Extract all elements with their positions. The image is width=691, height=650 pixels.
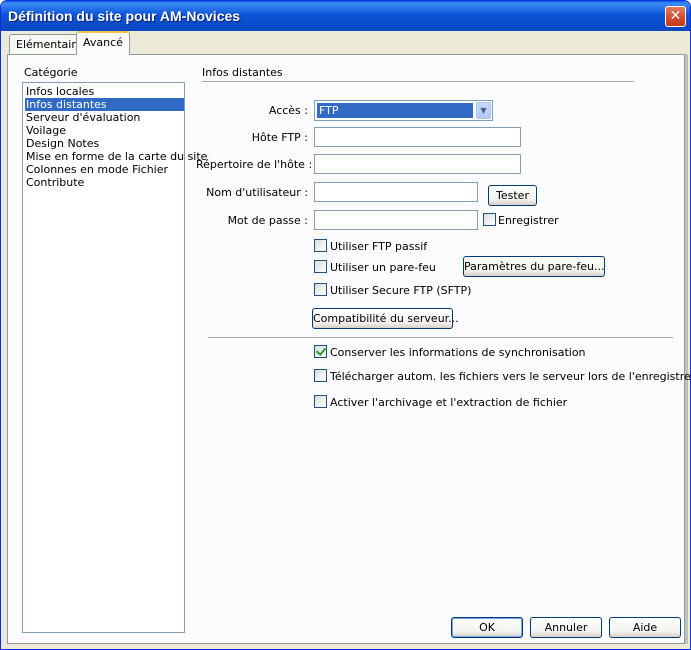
options-divider	[208, 337, 673, 339]
sync-label: Conserver les informations de synchronis…	[330, 346, 586, 359]
dialog-window: Définition du site pour AM-Novices ✕ Elé…	[0, 0, 691, 650]
category-item-carte-du-site[interactable]: Mise en forme de la carte du site	[25, 150, 207, 163]
directory-label: Répertoire de l'hôte :	[196, 158, 313, 171]
checkin-checkbox[interactable]	[314, 395, 327, 408]
tab-avance[interactable]: Avancé	[76, 31, 130, 55]
save-password-label: Enregistrer	[498, 214, 559, 227]
category-item-infos-locales[interactable]: Infos locales	[25, 85, 184, 98]
category-heading: Catégorie	[24, 66, 78, 79]
category-item-serveur-evaluation[interactable]: Serveur d'évaluation	[25, 111, 184, 124]
ok-button[interactable]: OK	[451, 617, 523, 638]
sftp-checkbox[interactable]	[314, 283, 327, 296]
sftp-label: Utiliser Secure FTP (SFTP)	[330, 284, 472, 297]
access-label: Accès :	[268, 104, 308, 117]
section-divider	[202, 81, 634, 83]
chevron-down-icon[interactable]: ▼	[476, 102, 491, 119]
firewall-settings-button[interactable]: Paramètres du pare-feu...	[463, 256, 605, 277]
username-input[interactable]	[314, 182, 478, 202]
passive-ftp-label: Utiliser FTP passif	[330, 240, 428, 253]
category-item-design-notes[interactable]: Design Notes	[25, 137, 184, 150]
firewall-checkbox[interactable]	[314, 260, 327, 273]
firewall-label: Utiliser un pare-feu	[330, 261, 436, 274]
close-icon[interactable]: ✕	[665, 6, 686, 27]
window-title: Définition du site pour AM-Novices	[8, 8, 241, 24]
category-item-infos-distantes[interactable]: Infos distantes	[25, 98, 184, 111]
server-compat-button[interactable]: Compatibilité du serveur...	[312, 308, 459, 329]
host-input[interactable]	[314, 127, 521, 147]
auto-upload-label: Télécharger autom. les fichiers vers le …	[330, 370, 691, 383]
category-item-contribute[interactable]: Contribute	[25, 176, 184, 189]
cancel-button[interactable]: Annuler	[530, 617, 602, 638]
directory-input[interactable]	[314, 154, 521, 174]
help-button[interactable]: Aide	[609, 617, 681, 638]
auto-upload-checkbox[interactable]	[314, 369, 327, 382]
host-label: Hôte FTP :	[251, 131, 308, 144]
category-list[interactable]: Infos locales Infos distantes Serveur d'…	[22, 82, 207, 633]
title-bar[interactable]: Définition du site pour AM-Novices ✕	[1, 1, 690, 31]
passive-ftp-checkbox[interactable]	[314, 239, 327, 252]
password-input[interactable]	[314, 210, 478, 230]
sync-checkbox[interactable]	[314, 345, 327, 358]
access-select[interactable]: FTP ▼	[314, 100, 493, 121]
test-button[interactable]: Tester	[488, 185, 537, 206]
password-label: Mot de passe :	[227, 214, 308, 227]
section-title: Infos distantes	[202, 66, 283, 79]
checkin-label: Activer l'archivage et l'extraction de f…	[330, 396, 568, 409]
save-password-checkbox[interactable]	[483, 213, 496, 226]
panel-edge	[685, 54, 688, 644]
category-item-voilage[interactable]: Voilage	[25, 124, 184, 137]
access-select-value: FTP	[317, 103, 473, 118]
category-item-colonnes[interactable]: Colonnes en mode Fichier	[25, 163, 184, 176]
username-label: Nom d'utilisateur :	[206, 186, 308, 199]
